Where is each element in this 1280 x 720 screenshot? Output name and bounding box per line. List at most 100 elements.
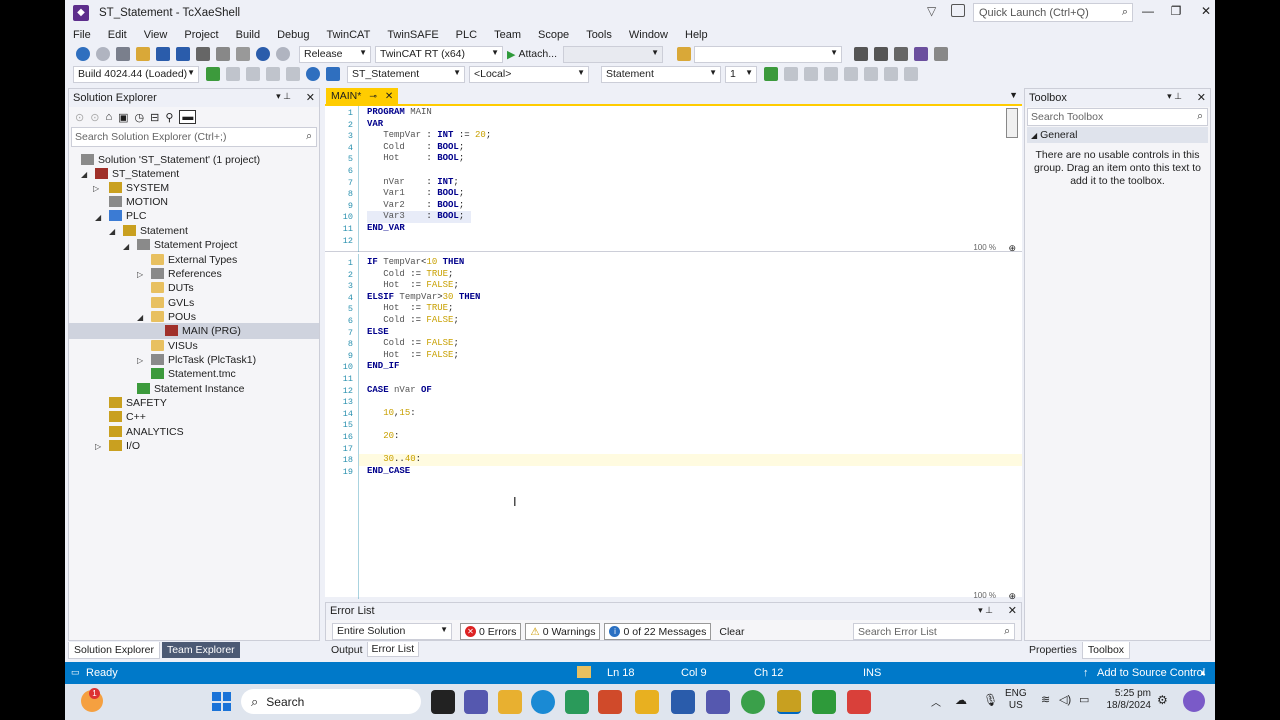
upload-icon[interactable]: ↑: [1083, 667, 1089, 679]
filter-icon[interactable]: ▽: [927, 4, 936, 18]
collapse-icon[interactable]: ⊟: [150, 111, 159, 124]
paste-icon[interactable]: [236, 47, 250, 61]
menu-plc[interactable]: PLC: [456, 29, 477, 41]
save-icon[interactable]: [156, 47, 170, 61]
tree-node-references[interactable]: References: [151, 267, 222, 281]
logout-icon[interactable]: [824, 67, 838, 81]
tree-node-solution[interactable]: Solution 'ST_Statement' (1 project): [81, 153, 260, 167]
volume-icon[interactable]: ◁): [1059, 693, 1071, 706]
expanded-arrow-icon[interactable]: ◢: [81, 170, 87, 179]
close-icon[interactable]: ✕: [1008, 604, 1017, 617]
tree-node-statement-tmc[interactable]: Statement.tmc: [151, 367, 236, 381]
debug-target-select[interactable]: ▼: [563, 45, 663, 63]
reset-icon[interactable]: [884, 67, 898, 81]
toolbox-icon[interactable]: [894, 47, 908, 61]
tree-node-system[interactable]: SYSTEM: [109, 181, 169, 195]
build-version-select[interactable]: Build 4024.44 (Loaded) ▼: [73, 65, 199, 83]
plc-project-select[interactable]: ST_Statement ▼: [347, 65, 465, 83]
close-window-button[interactable]: ✕: [1196, 4, 1215, 20]
tree-node-gvls[interactable]: GVLs: [151, 296, 194, 310]
messages-filter-button[interactable]: i0 of 22 Messages: [604, 623, 712, 640]
tree-node-cpp[interactable]: C++: [109, 410, 146, 424]
close-tab-icon[interactable]: ✕: [385, 91, 393, 102]
copilot-icon[interactable]: [1183, 690, 1205, 712]
breakpoint-icon[interactable]: [864, 67, 878, 81]
tree-node-pous[interactable]: POUs: [151, 310, 196, 324]
tree-node-duts[interactable]: DUTs: [151, 281, 194, 295]
scan-icon[interactable]: [266, 67, 280, 81]
expanded-arrow-icon[interactable]: ◢: [137, 313, 143, 322]
tree-node-safety[interactable]: SAFETY: [109, 396, 167, 410]
tree-node-external-types[interactable]: External Types: [151, 253, 237, 267]
attach-button[interactable]: Attach...: [518, 48, 557, 60]
menu-help[interactable]: Help: [685, 29, 708, 41]
plc-instance-select[interactable]: Statement ▼: [601, 65, 721, 83]
cloud-icon[interactable]: ☁: [955, 693, 967, 707]
menu-file[interactable]: File: [73, 29, 91, 41]
switch-view-icon[interactable]: ▣: [118, 111, 128, 124]
zoom-level-bottom[interactable]: 100 %: [973, 591, 996, 600]
chevron-down-icon[interactable]: ▼: [1009, 90, 1018, 100]
pin-icon[interactable]: ⊸: [369, 91, 377, 102]
activate-config-icon[interactable]: [206, 67, 220, 81]
settings-icon[interactable]: ⚙: [1157, 693, 1168, 707]
clock[interactable]: 5:25 pm 18/8/2024: [1099, 688, 1152, 712]
output-icon[interactable]: [934, 47, 948, 61]
tab-output[interactable]: Output: [327, 642, 367, 657]
pin-icon[interactable]: ▾ ⊥: [978, 605, 993, 616]
toolbox-search-input[interactable]: Search Toolbox ⌕: [1027, 108, 1208, 126]
tree-node-main-prg[interactable]: MAIN (PRG): [165, 324, 241, 338]
close-icon[interactable]: ✕: [306, 91, 315, 104]
team-icon[interactable]: [914, 47, 928, 61]
minimize-button[interactable]: —: [1138, 4, 1158, 20]
tab-toolbox[interactable]: Toolbox: [1081, 641, 1131, 659]
find-combo[interactable]: ▼: [694, 45, 842, 63]
implementation-editor[interactable]: 1 2 3 4 5 6 7 8 9 10 11 12 13 14 15 16 17 18 19 IF TempVar…: [325, 254, 1022, 602]
collapsed-arrow-icon[interactable]: ▷: [137, 270, 143, 279]
power-bi-icon[interactable]: [635, 690, 659, 714]
chrome-icon[interactable]: [741, 690, 765, 714]
tab-team-explorer[interactable]: Team Explorer: [161, 642, 240, 658]
codesys-red-icon[interactable]: [847, 690, 871, 714]
feedback-icon[interactable]: [951, 4, 965, 17]
menu-window[interactable]: Window: [629, 29, 668, 41]
back-icon[interactable]: ⊙: [75, 111, 84, 124]
menu-twincat[interactable]: TwinCAT: [327, 29, 371, 41]
tab-main[interactable]: MAIN* ⊸ ✕: [326, 88, 399, 104]
preview-icon[interactable]: ▬: [179, 110, 197, 124]
start-button[interactable]: [212, 692, 231, 711]
watch-icon[interactable]: [904, 67, 918, 81]
powerpoint-icon[interactable]: [598, 690, 622, 714]
menu-tools[interactable]: Tools: [586, 29, 612, 41]
collapsed-arrow-icon[interactable]: ▷: [93, 184, 99, 193]
twincat-xae-icon[interactable]: [777, 690, 801, 714]
solution-explorer-icon[interactable]: [854, 47, 868, 61]
zoom-level-top[interactable]: 100 %: [973, 243, 996, 252]
find-icon[interactable]: [677, 47, 691, 61]
expanded-arrow-icon[interactable]: ◢: [95, 213, 101, 222]
pin-icon[interactable]: ▾ ⊥: [1167, 91, 1182, 102]
codesys-green-icon[interactable]: [812, 690, 836, 714]
close-icon[interactable]: ✕: [1197, 91, 1206, 104]
configuration-select[interactable]: Release ▼: [299, 45, 371, 63]
home-icon[interactable]: ⌂: [105, 111, 112, 123]
chevron-up-icon[interactable]: ︿: [931, 694, 941, 709]
menu-edit[interactable]: Edit: [108, 29, 127, 41]
step-icon[interactable]: [844, 67, 858, 81]
menu-scope[interactable]: Scope: [538, 29, 569, 41]
open-folder-icon[interactable]: [136, 47, 150, 61]
platform-select[interactable]: TwinCAT RT (x64) ▼: [375, 45, 503, 63]
tree-node-plctask[interactable]: PlcTask (PlcTask1): [151, 353, 256, 367]
start-icon[interactable]: [784, 67, 798, 81]
forward-icon[interactable]: [96, 47, 110, 61]
zoom-icon[interactable]: ⊕: [1008, 591, 1016, 602]
tree-node-plc[interactable]: PLC: [109, 209, 146, 223]
menu-debug[interactable]: Debug: [277, 29, 309, 41]
microphone-icon[interactable]: 🎙: [983, 693, 998, 707]
taskbar-search-box[interactable]: ⌕ Search: [241, 689, 421, 714]
back-icon[interactable]: [76, 47, 90, 61]
zoom-icon[interactable]: ⊕: [1008, 243, 1016, 254]
history-icon[interactable]: ◷: [135, 111, 145, 124]
menu-build[interactable]: Build: [236, 29, 260, 41]
solution-search-input[interactable]: Search Solution Explorer (Ctrl+;) ⌕: [71, 127, 317, 147]
